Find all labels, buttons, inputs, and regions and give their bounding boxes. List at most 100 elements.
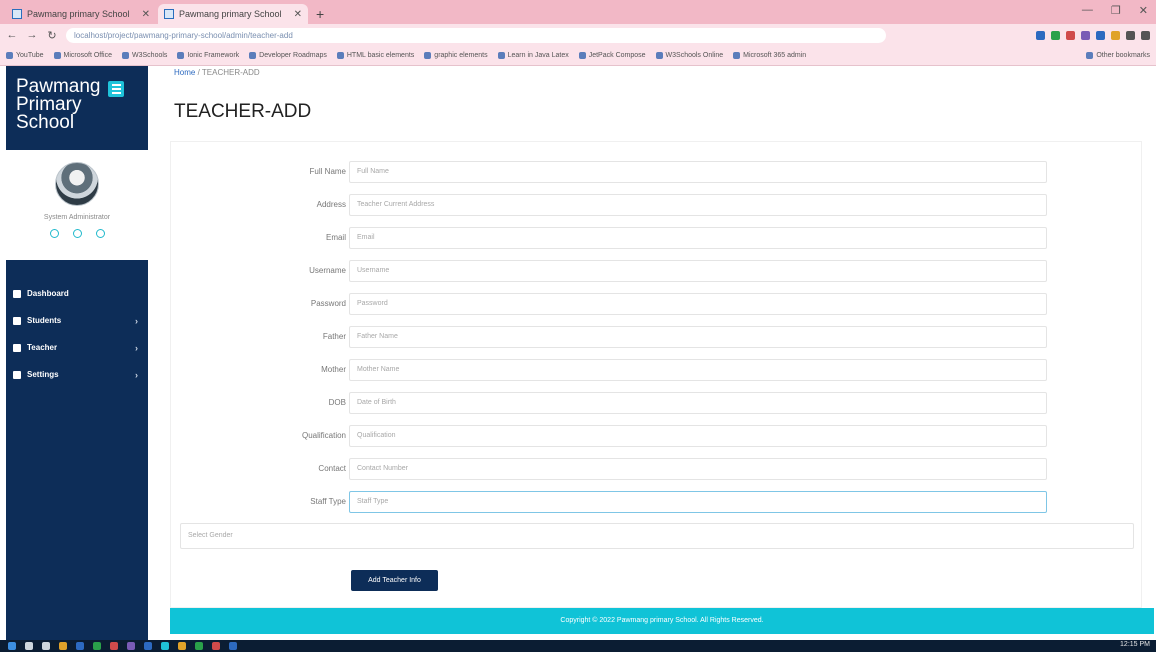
menu-kebab-icon[interactable] [1141,30,1150,40]
form-row-full-name: Full Name Full Name [171,161,1141,183]
gender-select[interactable]: Select Gender [180,523,1134,549]
user-icon[interactable] [49,229,59,238]
bookmark-icon [177,52,185,59]
bookmark-item[interactable]: Microsoft Office [53,52,112,59]
sidebar-item-dashboard[interactable]: Dashboard [6,280,148,307]
address-bar[interactable]: localhost/project/pawmang-primary-school… [66,27,886,43]
form-row-father: Father Father Name [171,326,1141,348]
bookmark-icon [733,52,741,59]
search-icon[interactable] [25,642,33,650]
close-tab-icon[interactable]: ✕ [294,9,302,20]
field-label: Address [316,200,346,209]
user-profile-panel: System Administrator [6,150,148,260]
bookmark-item[interactable]: Learn in Java Latex [497,52,569,59]
brand-name[interactable]: Pawmang Primary School [16,77,108,132]
field-label: DOB [328,398,346,407]
address-input[interactable]: Teacher Current Address [349,194,1047,216]
extension-icon[interactable] [1066,30,1075,40]
bookmark-item[interactable]: W3Schools [122,52,167,59]
extension-icon[interactable] [1111,30,1120,40]
bookmark-item[interactable]: graphic elements [424,52,488,59]
bookmark-item[interactable]: Developer Roadmaps [249,52,327,59]
password-input[interactable]: Password [349,293,1047,315]
field-label: Qualification [301,431,346,440]
taskbar-clock[interactable]: 12:15 PM [1120,641,1150,648]
sidebar-item-settings[interactable]: Settings › [6,361,148,388]
extension-icon[interactable] [1081,30,1090,40]
bookmark-icon [655,52,663,59]
bookmark-item[interactable]: HTML basic elements [336,52,414,59]
app-icon[interactable] [178,642,186,650]
app-icon[interactable] [195,642,203,650]
bookmarks-bar: YouTube Microsoft Office W3Schools Ionic… [0,46,1156,66]
app-icon[interactable] [161,642,169,650]
logout-icon[interactable] [95,229,105,238]
email-input[interactable]: Email [349,227,1047,249]
app-icon[interactable] [76,642,84,650]
field-label: Username [309,266,346,275]
bookmark-icon [497,52,505,59]
other-bookmarks[interactable]: Other bookmarks [1086,52,1150,59]
students-icon [13,316,21,325]
contact-input[interactable]: Contact Number [349,458,1047,480]
sidebar-nav: Dashboard Students › Teacher › Settings … [6,280,148,388]
field-label: Contact [318,464,346,473]
task-view-icon[interactable] [42,642,50,650]
folder-icon [1086,52,1094,59]
app-icon[interactable] [127,642,135,650]
mother-name-input[interactable]: Mother Name [349,359,1047,381]
bookmark-icon [578,52,586,59]
forward-icon[interactable]: → [26,29,38,41]
breadcrumb-current: TEACHER-ADD [201,68,260,77]
back-icon[interactable]: ← [6,29,18,41]
minimize-icon[interactable]: — [1082,4,1093,17]
settings-icon[interactable] [72,229,82,238]
windows-start-icon[interactable] [8,642,16,650]
reload-icon[interactable]: ↻ [46,29,58,42]
extension-icon[interactable] [1096,30,1105,40]
menu-toggle-icon[interactable] [108,81,124,97]
close-window-icon[interactable]: ✕ [1139,4,1148,17]
app-icon[interactable] [229,642,237,650]
qualification-input[interactable]: Qualification [349,425,1047,447]
username-input[interactable]: Username [349,260,1047,282]
sidebar-item-students[interactable]: Students › [6,307,148,334]
bookmark-item[interactable]: Microsoft 365 admin [733,52,806,59]
extension-icon[interactable] [1051,30,1060,40]
full-name-input[interactable]: Full Name [349,161,1047,183]
profile-icon[interactable] [1126,30,1135,40]
app-icon[interactable] [93,642,101,650]
extension-icon[interactable] [1036,30,1045,40]
bookmark-item[interactable]: Ionic Framework [177,52,239,59]
field-label: Password [310,299,346,308]
staff-type-input[interactable]: Staff Type [349,491,1047,513]
bookmark-item[interactable]: W3Schools Online [655,52,723,59]
footer: Copyright © 2022 Pawmang primary School.… [170,608,1154,634]
sidebar-item-teacher[interactable]: Teacher › [6,334,148,361]
close-tab-icon[interactable]: ✕ [142,9,150,20]
bookmark-item[interactable]: YouTube [6,52,44,59]
chrome-icon[interactable] [212,642,220,650]
bookmark-item[interactable]: JetPack Compose [578,52,646,59]
new-tab-button[interactable]: + [316,4,324,24]
app-icon[interactable] [144,642,152,650]
os-taskbar: 12:15 PM [0,640,1156,652]
page-favicon-icon [164,9,174,19]
file-explorer-icon[interactable] [59,642,67,650]
form-row-dob: DOB Date of Birth [171,392,1141,414]
app-icon[interactable] [110,642,118,650]
form-row-mother: Mother Mother Name [171,359,1141,381]
breadcrumb-home[interactable]: Home [174,68,195,77]
dashboard-icon [13,289,21,298]
page-title: TEACHER-ADD [174,101,312,122]
field-label: Staff Type [310,497,346,506]
page-favicon-icon [12,9,22,19]
father-name-input[interactable]: Father Name [349,326,1047,348]
maximize-icon[interactable]: ❐ [1111,4,1121,17]
browser-tab[interactable]: Pawmang primary School ✕ [6,4,156,24]
browser-tab-active[interactable]: Pawmang primary School ✕ [158,4,308,24]
add-teacher-button[interactable]: Add Teacher Info [351,570,438,591]
teacher-icon [13,343,21,352]
browser-toolbar: ← → ↻ localhost/project/pawmang-primary-… [0,24,1156,46]
dob-input[interactable]: Date of Birth [349,392,1047,414]
